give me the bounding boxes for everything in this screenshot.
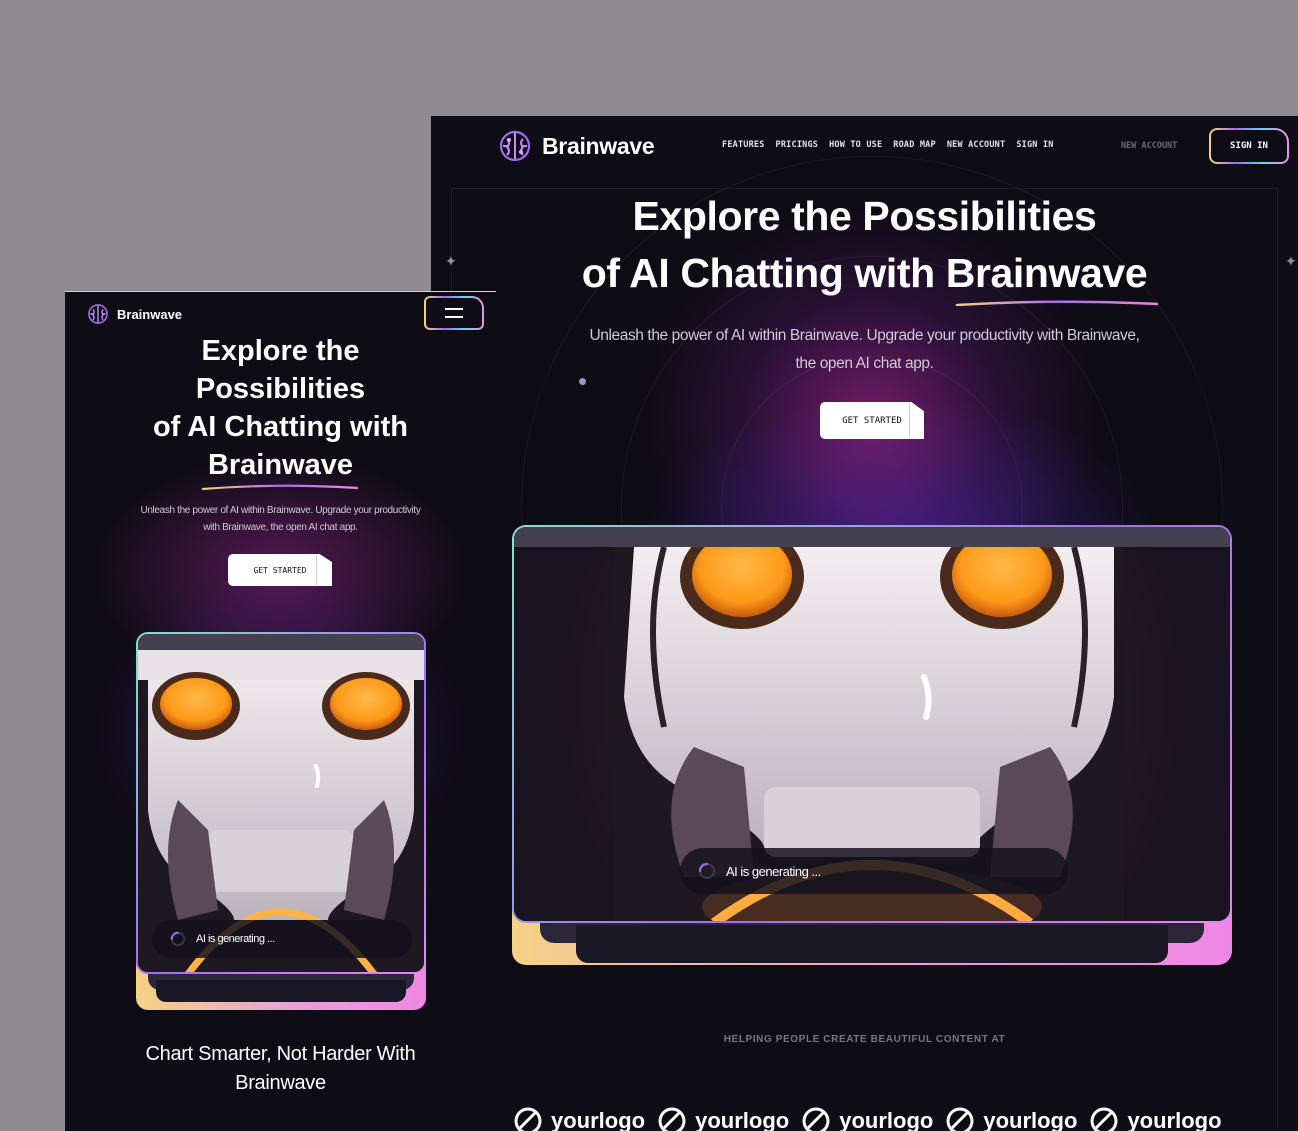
partner-logo-text: yourlogo: [695, 1108, 790, 1131]
sign-in-button[interactable]: SIGN IN: [1209, 128, 1289, 164]
section-title: Chart Smarter, Not Harder With Brainwave: [65, 1040, 496, 1098]
hero-image-card: AI is generating ...: [512, 525, 1232, 965]
partner-logo: yourlogo: [945, 1106, 1077, 1131]
partner-logos: yourlogo yourlogo yourlogo yourlogo your…: [513, 1106, 1222, 1131]
hero-title-line2: Possibilities: [195, 373, 366, 405]
hamburger-menu-button[interactable]: [424, 296, 484, 330]
partner-logo-text: yourlogo: [839, 1108, 934, 1131]
site-header: Brainwave FEATURES PRICINGS HOW TO USE R…: [431, 116, 1298, 178]
button-edge: [316, 555, 317, 585]
hero-title-line3: of AI Chatting with: [152, 411, 409, 443]
card-stack-layer: [156, 980, 406, 1002]
nav-item-road-map[interactable]: ROAD MAP: [893, 140, 936, 150]
section-title-line1: Chart Smarter, Not Harder With: [145, 1043, 416, 1065]
desktop-preview: ✦ ✦ Brainwave FEATURES PRICINGS HOW TO U…: [431, 116, 1298, 1131]
ai-generating-pill: AI is generating ...: [680, 848, 1068, 894]
card-top-bar: [514, 527, 1230, 547]
brand-name: Brainwave: [117, 306, 183, 322]
circle-logo-icon: [946, 1107, 974, 1131]
partner-logo: yourlogo: [1089, 1106, 1222, 1131]
hero-image-frame: AI is generating ...: [512, 525, 1232, 923]
brand-logo[interactable]: Brainwave: [87, 303, 182, 325]
decor-dot: [579, 378, 586, 385]
circle-logo-icon: [514, 1107, 542, 1131]
button-edge: [909, 403, 910, 438]
title-underline: [955, 300, 1159, 306]
circle-logo-icon: [1090, 1107, 1118, 1131]
hero-subtitle: Unleash the power of AI within Brainwave…: [561, 322, 1168, 378]
hero-subtitle: Unleash the power of AI within Brainwave…: [109, 502, 452, 536]
new-account-link[interactable]: NEW ACCOUNT: [1121, 141, 1177, 151]
ai-generating-pill: AI is generating ...: [152, 920, 412, 958]
partner-logo-text: yourlogo: [1127, 1108, 1222, 1131]
partner-logo: yourlogo: [801, 1106, 933, 1131]
ai-generating-text: AI is generating ...: [726, 863, 821, 879]
hero-image-frame: AI is generating ...: [136, 632, 426, 974]
brand-name: Brainwave: [542, 132, 655, 159]
partner-logo: yourlogo: [657, 1106, 789, 1131]
spinner-icon: [698, 862, 715, 879]
mobile-preview: Brainwave Explore the Possibilities of A…: [65, 291, 496, 1131]
partner-logo: yourlogo: [513, 1106, 645, 1131]
hero-subtitle-line1: Unleash the power of AI within Brainwave…: [589, 327, 1140, 344]
nav-item-how-to-use[interactable]: HOW TO USE: [829, 140, 882, 150]
nav-item-features[interactable]: FEATURES: [722, 140, 765, 150]
circle-logo-icon: [658, 1107, 686, 1131]
hero-subtitle-line1: Unleash the power of AI within Brainwave…: [140, 505, 421, 516]
ai-generating-text: AI is generating ...: [196, 933, 275, 945]
nav-item-pricings[interactable]: PRICINGS: [776, 140, 819, 150]
partner-logo-text: yourlogo: [551, 1108, 646, 1131]
hero-subtitle-line2: with Brainwave, the open AI chat app.: [203, 522, 358, 533]
hero-image-card: AI is generating ...: [136, 632, 426, 1010]
circle-logo-icon: [802, 1107, 830, 1131]
partner-logo-text: yourlogo: [983, 1108, 1078, 1131]
hero-title-line1: Explore the: [201, 335, 360, 367]
nav-item-new-account[interactable]: NEW ACCOUNT: [947, 140, 1006, 150]
brain-icon: [499, 130, 531, 162]
frame-line: [1277, 188, 1278, 1131]
card-top-bar: [138, 634, 424, 650]
section-title-line2: Brainwave: [235, 1072, 326, 1094]
brand-logo[interactable]: Brainwave: [498, 129, 655, 163]
brain-icon: [88, 304, 108, 324]
main-nav: FEATURES PRICINGS HOW TO USE ROAD MAP NE…: [722, 140, 1054, 150]
title-underline: [201, 484, 359, 490]
hero-title: Explore the Possibilities of AI Chatting…: [65, 332, 496, 484]
hamburger-menu-icon: [445, 308, 463, 318]
spinner-icon: [170, 931, 186, 947]
card-stack-layer: [576, 925, 1168, 963]
hero-title-line2: of AI Chatting with Brainwave: [581, 250, 1148, 296]
hero-title-line4: Brainwave: [207, 449, 354, 481]
nav-item-sign-in[interactable]: SIGN IN: [1016, 140, 1053, 150]
helping-caption: HELPING PEOPLE CREATE BEAUTIFUL CONTENT …: [723, 1034, 1006, 1045]
hero-title-line1: Explore the Possibilities: [632, 193, 1097, 239]
hero-subtitle-line2: the open AI chat app.: [795, 355, 934, 372]
